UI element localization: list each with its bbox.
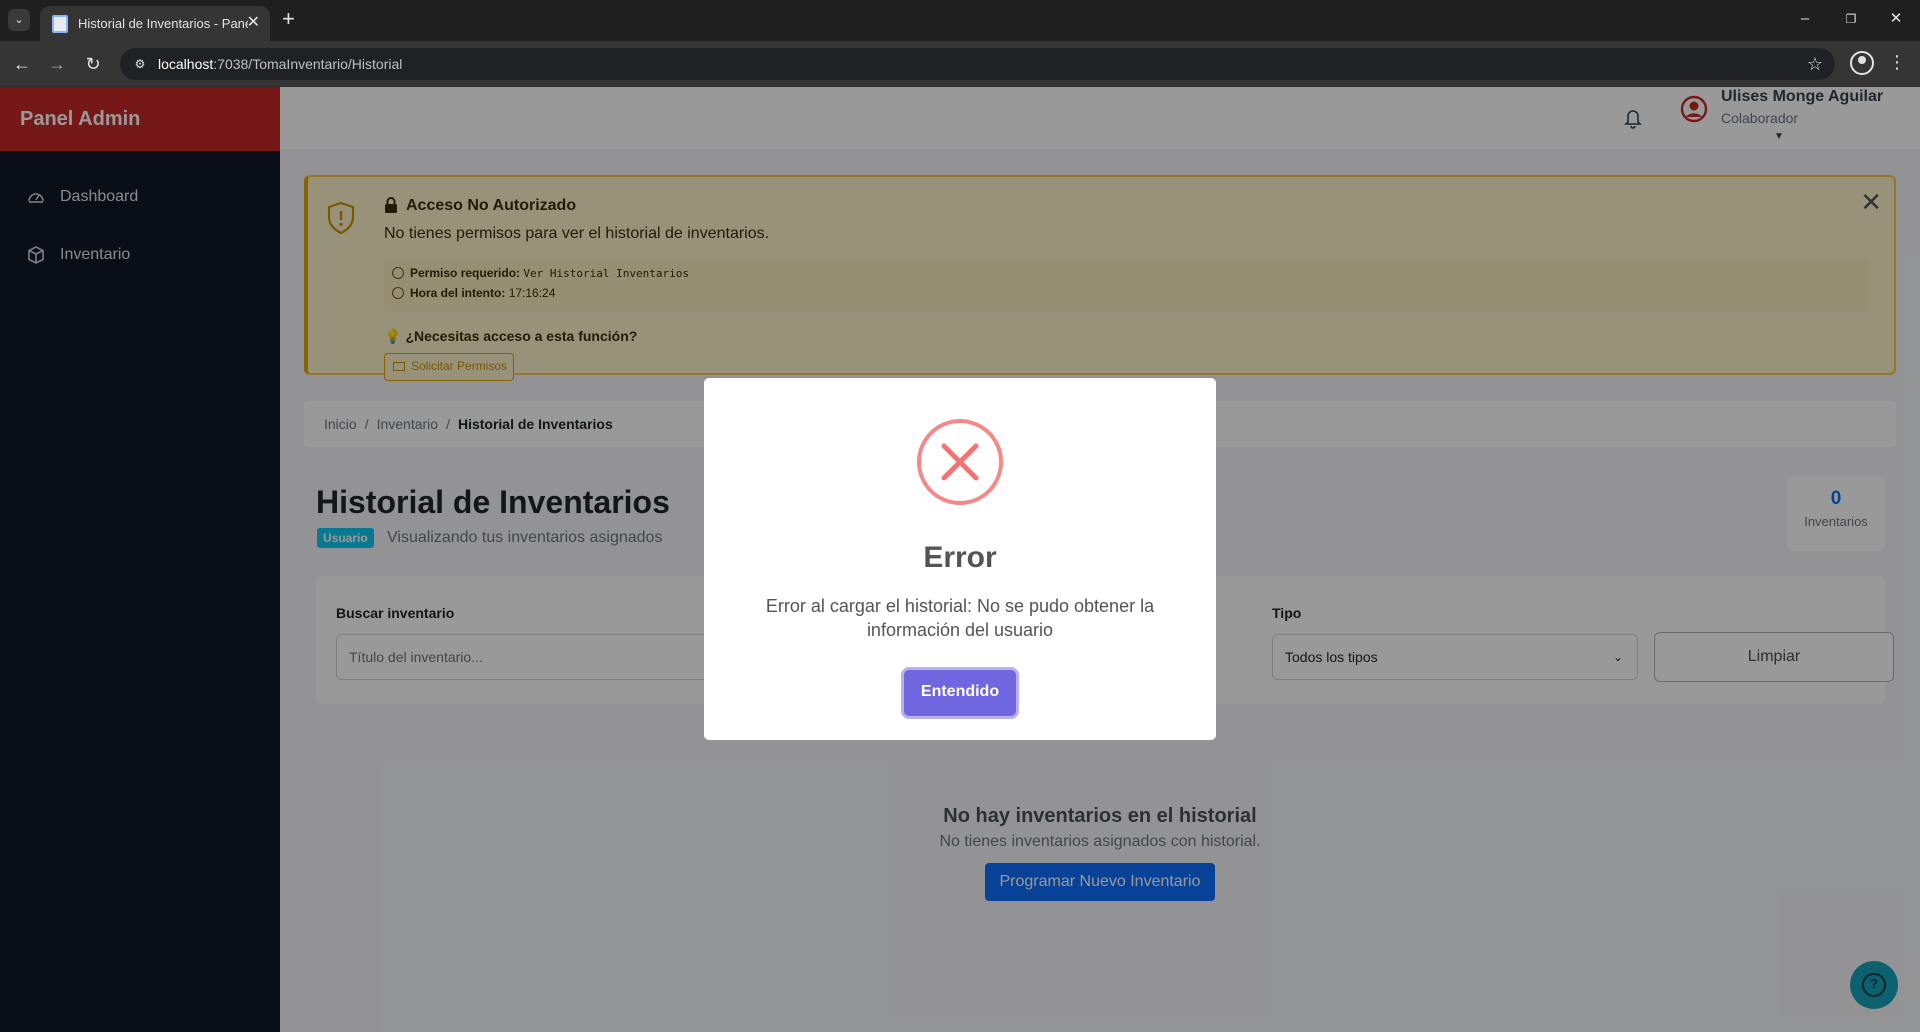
- browser-tabbar: ⌄ Historial de Inventarios - Panel Admin…: [0, 0, 1920, 41]
- modal-title: Error: [923, 541, 997, 574]
- site-info-icon[interactable]: ⚙: [132, 56, 148, 72]
- bookmark-star-icon[interactable]: ☆: [1807, 53, 1823, 75]
- address-bar[interactable]: ⚙ localhost:7038/TomaInventario/Historia…: [120, 48, 1835, 80]
- error-x-icon: [917, 419, 1003, 505]
- modal-text: Error al cargar el historial: No se pudo…: [765, 596, 1155, 640]
- restore-icon[interactable]: ❐: [1836, 8, 1866, 30]
- document-icon: [52, 15, 68, 33]
- reload-icon[interactable]: ↻: [82, 53, 104, 75]
- understood-button[interactable]: Entendido: [904, 670, 1016, 716]
- new-tab-plus-icon[interactable]: +: [282, 8, 295, 30]
- kebab-menu-icon[interactable]: ⋮: [1888, 51, 1906, 73]
- browser-tab[interactable]: Historial de Inventarios - Panel Admin ✕: [40, 6, 270, 41]
- back-arrow-icon[interactable]: ←: [11, 53, 33, 75]
- minimize-icon[interactable]: –: [1790, 8, 1820, 30]
- tab-title: Historial de Inventarios - Panel Admin: [78, 16, 248, 31]
- browser-toolbar: ← → ↻ ⚙ localhost:7038/TomaInventario/Hi…: [0, 41, 1920, 87]
- window-close-icon[interactable]: ✕: [1881, 8, 1911, 30]
- tab-list-chevron-icon[interactable]: ⌄: [8, 9, 30, 31]
- forward-arrow-icon[interactable]: →: [46, 53, 68, 75]
- profile-icon[interactable]: [1850, 51, 1874, 75]
- tab-close-icon[interactable]: ✕: [247, 14, 260, 32]
- error-modal: Error Error al cargar el historial: No s…: [704, 378, 1216, 740]
- url-text: localhost:7038/TomaInventario/Historial: [158, 56, 403, 72]
